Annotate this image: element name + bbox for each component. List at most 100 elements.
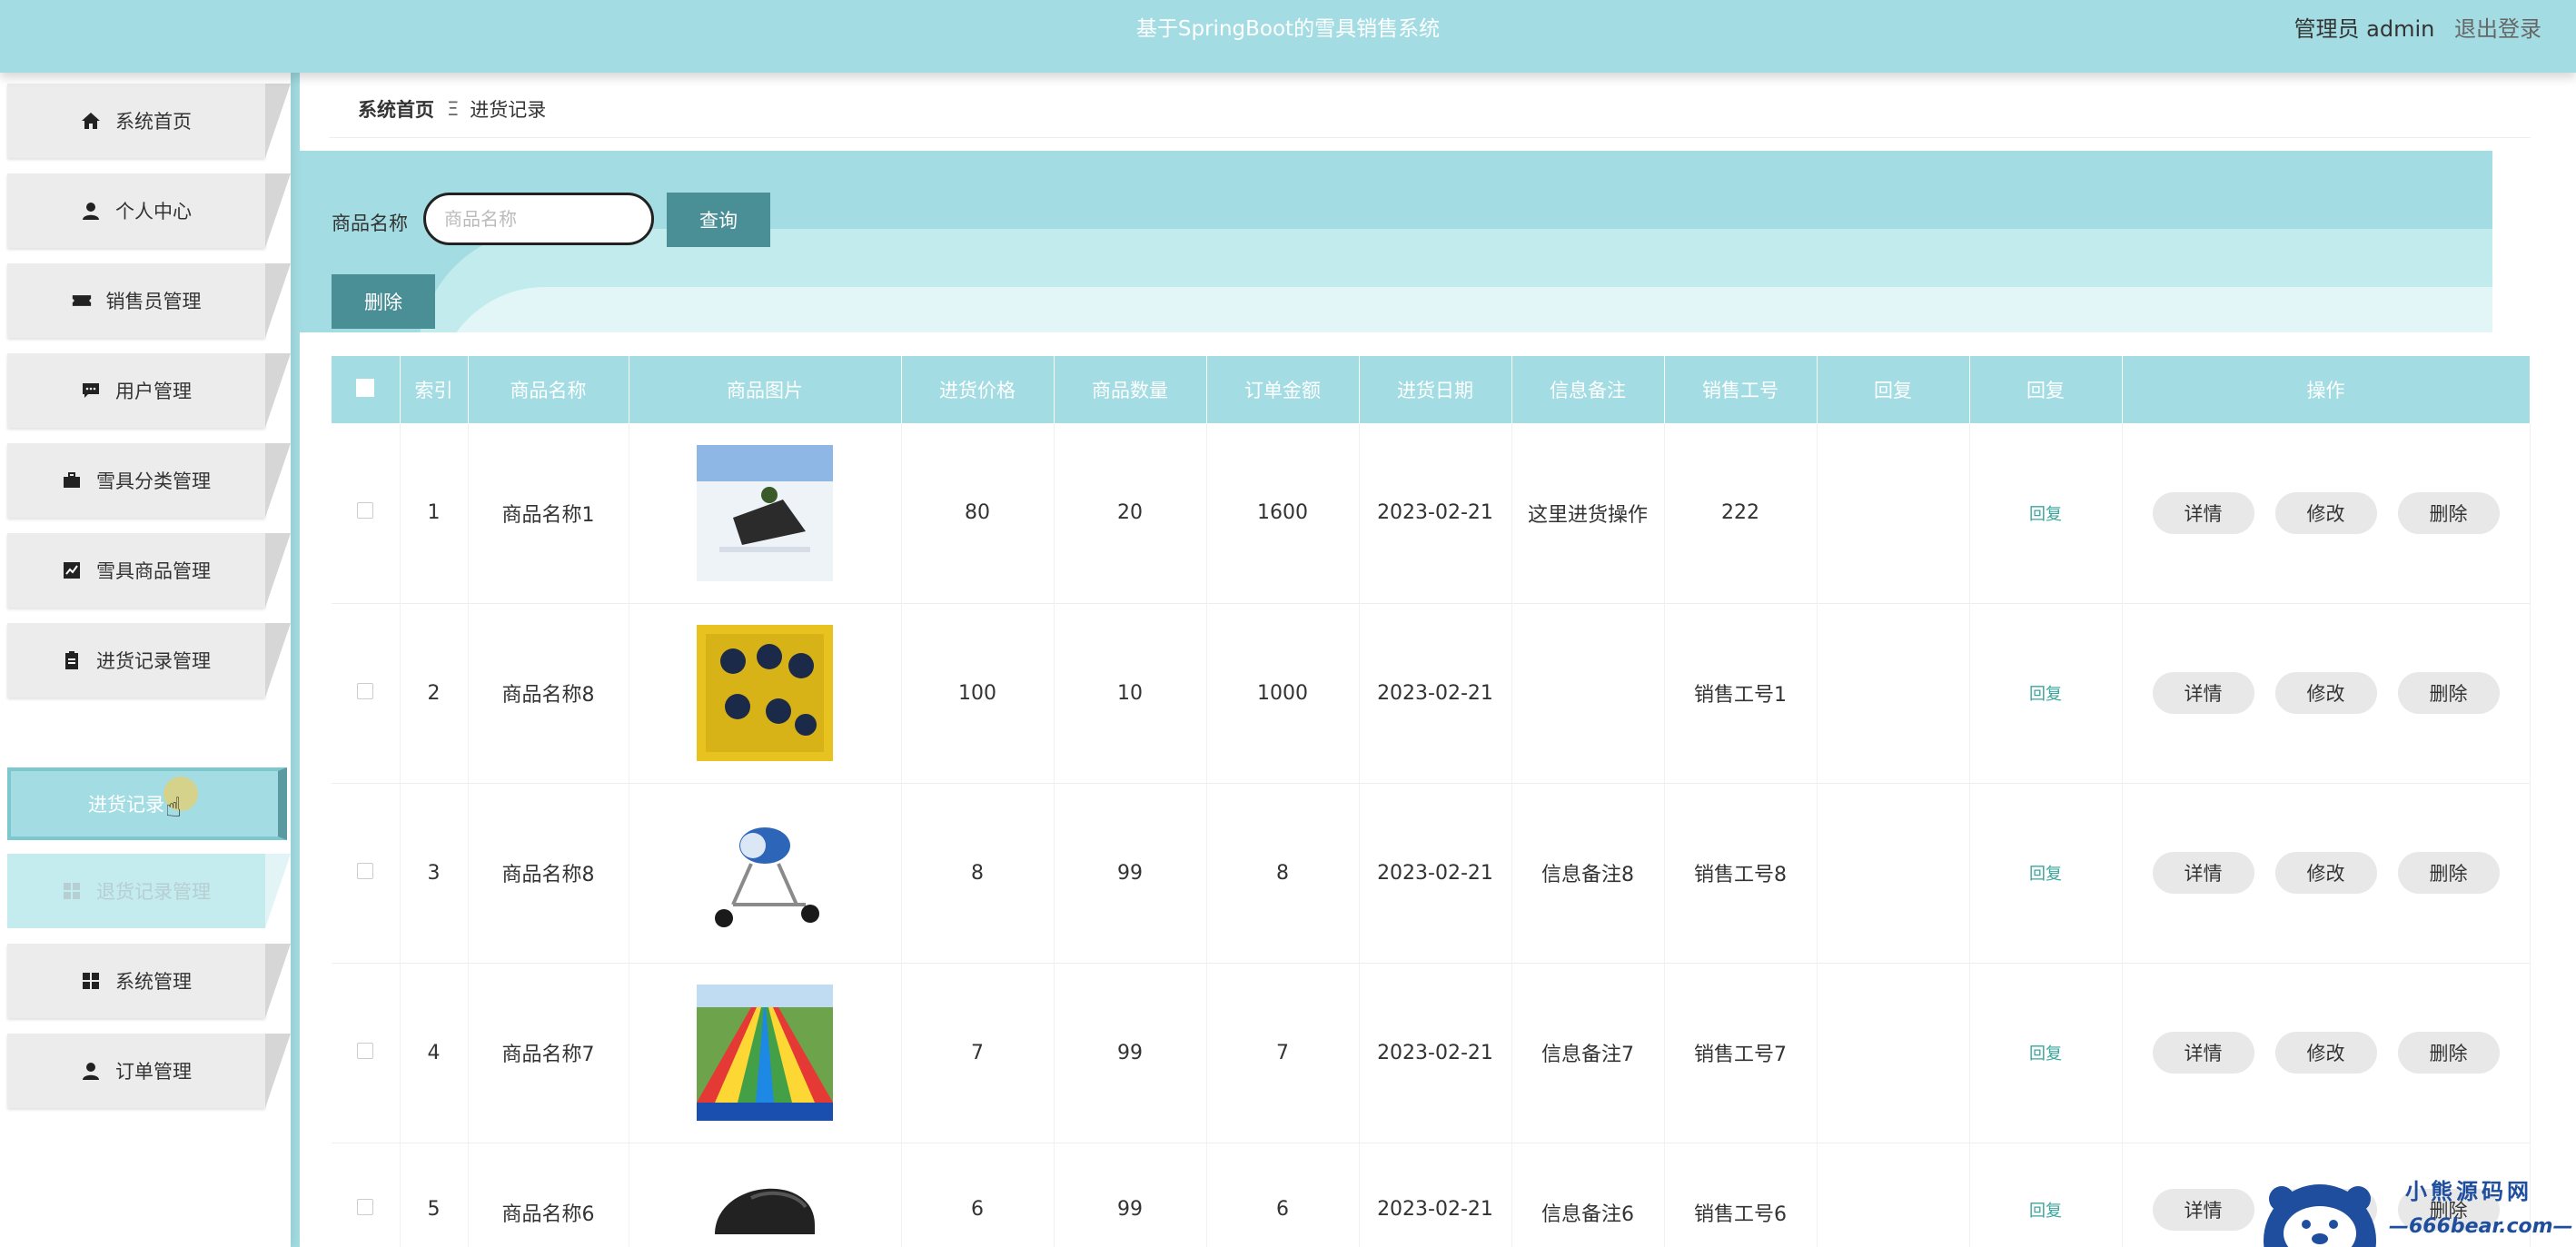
column-header: 回复 [1969,356,2123,423]
breadcrumb: 系统首页 Ξ 进货记录 [329,80,2531,138]
row-checkbox[interactable] [357,1198,374,1215]
table-header-row: 索引 商品名称 商品图片 进货价格 商品数量 订单金额 进货日期 信息备注 销售… [332,356,2531,423]
cell-qty: 99 [1054,963,1207,1143]
search-label: 商品名称 [332,213,408,234]
reply-link[interactable]: 回复 [2029,685,2062,704]
batch-delete-button[interactable]: 删除 [332,274,435,329]
cell-index: 2 [400,603,469,784]
sidebar-item-label: 雪具商品管理 [96,560,211,582]
detail-button[interactable]: 详情 [2152,1188,2254,1231]
detail-button[interactable]: 详情 [2152,491,2254,534]
detail-button[interactable]: 详情 [2152,852,2254,894]
cell-reply [1817,783,1970,964]
cell-image [629,603,902,784]
watermark-url: —666bear.com— [2389,1215,2573,1238]
delete-button[interactable]: 删除 [2397,491,2500,534]
system-title: 基于SpringBoot的雪具销售系统 [1135,17,1441,41]
breadcrumb-separator: Ξ [447,97,460,120]
column-header: 信息备注 [1511,356,1665,423]
cell-qty: 10 [1054,603,1207,784]
row-checkbox[interactable] [357,682,374,699]
cell-staff: 222 [1664,423,1818,604]
breadcrumb-current: 进货记录 [470,98,547,121]
sidebar-item-label: 订单管理 [115,1061,192,1083]
delete-button[interactable]: 删除 [2397,1032,2500,1074]
sidebar-item-returns[interactable]: 退货记录管理 [7,854,291,928]
cell-price: 8 [901,783,1055,964]
sidebar-item-profile[interactable]: 个人中心 [7,173,291,248]
cell-note: 信息备注8 [1511,783,1665,964]
sidebar-item-label: 退货记录管理 [96,881,211,903]
detail-button[interactable]: 详情 [2152,1032,2254,1074]
cell-index: 4 [400,963,469,1143]
sidebar-item-purchase[interactable]: 进货记录管理 [7,623,291,698]
delete-button[interactable]: 删除 [2397,852,2500,894]
sidebar-item-label: 销售员管理 [105,291,202,312]
cell-amount: 7 [1206,963,1360,1143]
row-checkbox[interactable] [357,502,374,520]
cell-note [1511,603,1665,784]
watermark-title: 小熊源码网 [2405,1179,2532,1204]
reply-link[interactable]: 回复 [2029,865,2062,884]
cell-note: 信息备注6 [1511,1143,1665,1247]
cell-image [629,783,902,964]
cell-price: 6 [901,1143,1055,1247]
clipboard-icon [62,650,82,670]
cell-date: 2023-02-21 [1359,783,1512,964]
cell-amount: 6 [1206,1143,1360,1247]
column-header: 操作 [2122,356,2531,423]
sidebar-item-users[interactable]: 用户管理 [7,353,291,428]
edit-button[interactable]: 修改 [2274,672,2377,714]
logout-link[interactable]: 退出登录 [2454,16,2541,42]
sidebar-item-system[interactable]: 系统管理 [7,944,291,1018]
edit-button[interactable]: 修改 [2274,1032,2377,1074]
home-icon [81,111,101,131]
product-name-search-input[interactable] [423,193,654,245]
column-header: 商品图片 [629,356,902,423]
sidebar-item-orders[interactable]: 订单管理 [7,1034,291,1108]
column-header: 进货价格 [901,356,1055,423]
cell-price: 100 [901,603,1055,784]
cell-reply [1817,603,1970,784]
cell-price: 7 [901,963,1055,1143]
edit-button[interactable]: 修改 [2274,491,2377,534]
purchase-records-table: 索引 商品名称 商品图片 进货价格 商品数量 订单金额 进货日期 信息备注 销售… [332,356,2531,1247]
sidebar-item-category[interactable]: 雪具分类管理 [7,443,291,518]
breadcrumb-home[interactable]: 系统首页 [358,95,434,123]
row-checkbox[interactable] [357,1042,374,1059]
reply-link[interactable]: 回复 [2029,505,2062,524]
helmet-photo [697,1161,833,1234]
sidebar-item-sales-staff[interactable]: 销售员管理 [7,263,291,338]
table-row: 5 商品名称6 6 99 6 2023-02-21 信息备注6 销售工号6 回复 [332,1143,2531,1247]
cell-date: 2023-02-21 [1359,963,1512,1143]
cell-staff: 销售工号8 [1664,783,1818,964]
table-row: 1 商品名称1 80 20 1600 2023-02-21 这里进货操作 222 [332,423,2531,604]
edit-button[interactable]: 修改 [2274,852,2377,894]
delete-button[interactable]: 删除 [2397,672,2500,714]
cell-name: 商品名称8 [468,783,629,964]
cell-name: 商品名称8 [468,603,629,784]
cell-amount: 8 [1206,783,1360,964]
reply-link[interactable]: 回复 [2029,1044,2062,1064]
cell-name: 商品名称1 [468,423,629,604]
row-checkbox[interactable] [357,862,374,879]
reply-link[interactable]: 回复 [2029,1202,2062,1221]
column-header: 订单金额 [1206,356,1360,423]
cell-reply [1817,1143,1970,1247]
cell-price: 80 [901,423,1055,604]
column-header: 索引 [400,356,469,423]
cell-amount: 1000 [1206,603,1360,784]
hand-cursor-icon: ☝ [165,792,183,824]
rainbow-slide-photo [697,985,833,1121]
sidebar-item-label: 系统管理 [115,971,192,993]
sidebar-item-products[interactable]: 雪具商品管理 [7,533,291,608]
sidebar-item-home[interactable]: 系统首页 [7,84,291,158]
query-button[interactable]: 查询 [667,193,770,247]
submenu-purchase-records[interactable]: 进货记录 [7,767,287,840]
admin-label: 管理员 admin [2294,16,2435,42]
cell-note: 这里进货操作 [1511,423,1665,604]
detail-button[interactable]: 详情 [2152,672,2254,714]
ticket-icon [72,291,92,311]
select-all-checkbox[interactable] [356,378,375,397]
cell-date: 2023-02-21 [1359,1143,1512,1247]
